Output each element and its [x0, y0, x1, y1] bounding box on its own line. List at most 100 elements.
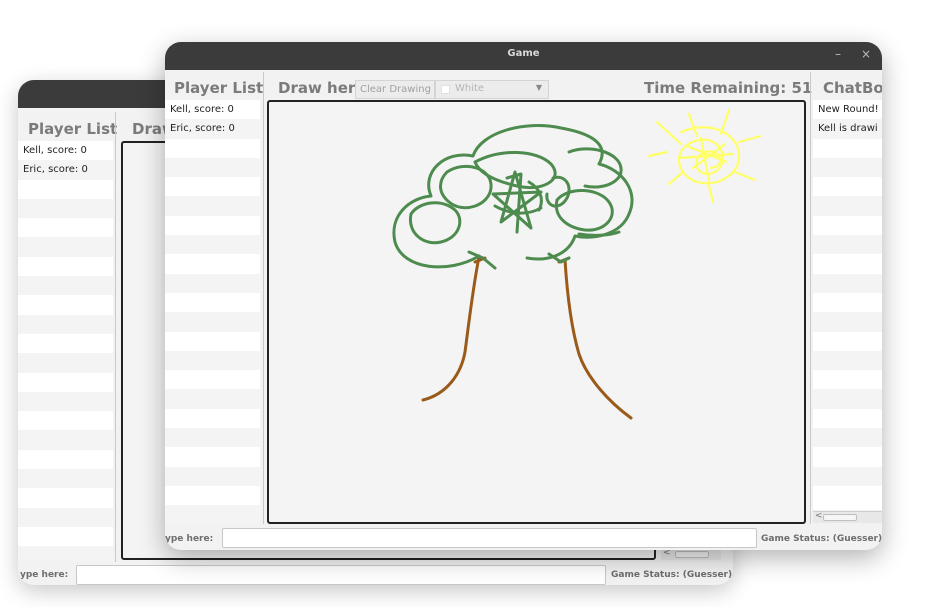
- list-row-empty: [813, 428, 882, 448]
- list-row-empty: [165, 312, 260, 332]
- draw-here-header: Draw here: [278, 79, 366, 97]
- list-row-empty: [813, 273, 882, 293]
- back-player-list-header: Player List: [28, 120, 118, 138]
- list-row-empty: [165, 428, 260, 448]
- tree-trunk: [421, 255, 633, 420]
- list-row-empty: [18, 488, 113, 507]
- list-row-empty: [165, 293, 260, 312]
- list-row-empty: [165, 235, 260, 255]
- chevron-down-icon: ▼: [535, 83, 542, 92]
- list-row-empty: [813, 177, 882, 196]
- drawing-canvas[interactable]: [267, 100, 806, 524]
- chat-message: New Round!: [818, 104, 879, 115]
- list-row-empty: [813, 486, 882, 505]
- list-row-empty: [18, 237, 113, 257]
- list-row-empty: [813, 409, 882, 428]
- list-row-empty: [165, 505, 260, 523]
- list-row-empty: [813, 370, 882, 389]
- list-row-empty: [813, 389, 882, 409]
- game-window: Game – × Player List Draw here Clear Dra…: [165, 42, 882, 550]
- chat-list[interactable]: New Round! Kell is drawi: [813, 100, 882, 510]
- list-row-empty: [165, 254, 260, 273]
- player-row[interactable]: Eric, score: 0: [165, 119, 260, 139]
- list-row-empty: [165, 196, 260, 216]
- minimize-icon[interactable]: –: [835, 47, 841, 61]
- game-status-label: Game Status: (Guesser): [761, 534, 882, 544]
- list-row-empty: [18, 295, 113, 314]
- chat-hscroll[interactable]: <: [813, 511, 882, 523]
- back-player-list[interactable]: Kell, score: 0 Eric, score: 0: [18, 141, 113, 561]
- list-row-empty: [18, 527, 113, 546]
- list-row-empty: [18, 391, 113, 412]
- list-row-empty: [813, 350, 882, 371]
- list-row-empty: [18, 373, 113, 392]
- type-here-label: ype here:: [165, 534, 214, 544]
- list-row-empty: [813, 293, 882, 312]
- player-list[interactable]: Kell, score: 0 Eric, score: 0: [165, 100, 260, 523]
- sun-scribble: [647, 108, 763, 204]
- window-titlebar[interactable]: Game – ×: [165, 42, 882, 70]
- chat-input[interactable]: [222, 528, 757, 548]
- list-row-empty: [165, 370, 260, 389]
- time-remaining: Time Remaining: 51: [644, 79, 813, 97]
- list-row-empty: [813, 196, 882, 216]
- list-row-empty: [165, 486, 260, 505]
- list-row-empty: [18, 257, 113, 276]
- list-row-empty: [18, 430, 113, 450]
- list-row-empty: [165, 216, 260, 235]
- right-panel-divider: [810, 72, 811, 524]
- left-panel-divider: [263, 72, 264, 524]
- chatbox-header: ChatBo: [823, 79, 882, 97]
- list-row-empty: [165, 157, 260, 178]
- list-row-empty: [18, 411, 113, 430]
- chat-scroll-thumb[interactable]: [823, 514, 857, 521]
- list-row-empty: [165, 273, 260, 293]
- list-row-empty: [813, 216, 882, 235]
- list-row-empty: [813, 447, 882, 466]
- list-row-empty: [165, 350, 260, 371]
- color-swatch: [441, 85, 450, 94]
- list-row-empty: [813, 139, 882, 158]
- list-row-empty: [18, 469, 113, 489]
- window-title: Game: [507, 48, 540, 59]
- list-row-empty: [165, 389, 260, 409]
- list-row-empty: [18, 314, 113, 334]
- list-row-empty: [18, 276, 113, 296]
- back-player-row[interactable]: Kell, score: 0: [18, 141, 113, 160]
- list-row-empty: [18, 218, 113, 237]
- list-row-empty: [18, 450, 113, 469]
- drawing-sketch: [392, 108, 763, 420]
- player-list-header: Player List: [174, 79, 264, 97]
- list-row-empty: [18, 198, 113, 219]
- list-row-empty: [813, 235, 882, 255]
- chevron-left-icon[interactable]: <: [815, 511, 823, 521]
- color-select[interactable]: White ▼: [435, 80, 549, 99]
- close-icon[interactable]: ×: [861, 47, 871, 61]
- back-scroll-thumb[interactable]: [675, 551, 709, 558]
- back-player-row[interactable]: Eric, score: 0: [18, 160, 113, 180]
- list-row-empty: [165, 177, 260, 196]
- list-row-empty: [813, 312, 882, 332]
- list-row-empty: [18, 180, 113, 199]
- list-row-empty: [165, 409, 260, 428]
- list-row-empty: [813, 466, 882, 486]
- back-game-status-label: Game Status: (Guesser): [611, 570, 733, 580]
- player-row[interactable]: Kell, score: 0: [165, 100, 260, 119]
- back-panel-divider: [115, 112, 116, 562]
- clear-drawing-button[interactable]: Clear Drawing: [355, 80, 435, 99]
- list-row-empty: [165, 447, 260, 466]
- list-row-empty: [18, 507, 113, 527]
- color-select-value: White: [455, 83, 485, 94]
- chat-message: Kell is drawi: [813, 119, 882, 139]
- list-row-empty: [18, 334, 113, 353]
- list-row-empty: [165, 332, 260, 351]
- list-row-empty: [165, 139, 260, 158]
- list-row-empty: [813, 254, 882, 273]
- back-type-here-label: ype here:: [20, 570, 69, 580]
- list-row-empty: [18, 353, 113, 373]
- back-chat-input[interactable]: [76, 565, 606, 585]
- tree-crown: [392, 124, 634, 270]
- list-row-empty: [18, 546, 113, 561]
- list-row-empty: [165, 466, 260, 486]
- list-row-empty: [813, 332, 882, 351]
